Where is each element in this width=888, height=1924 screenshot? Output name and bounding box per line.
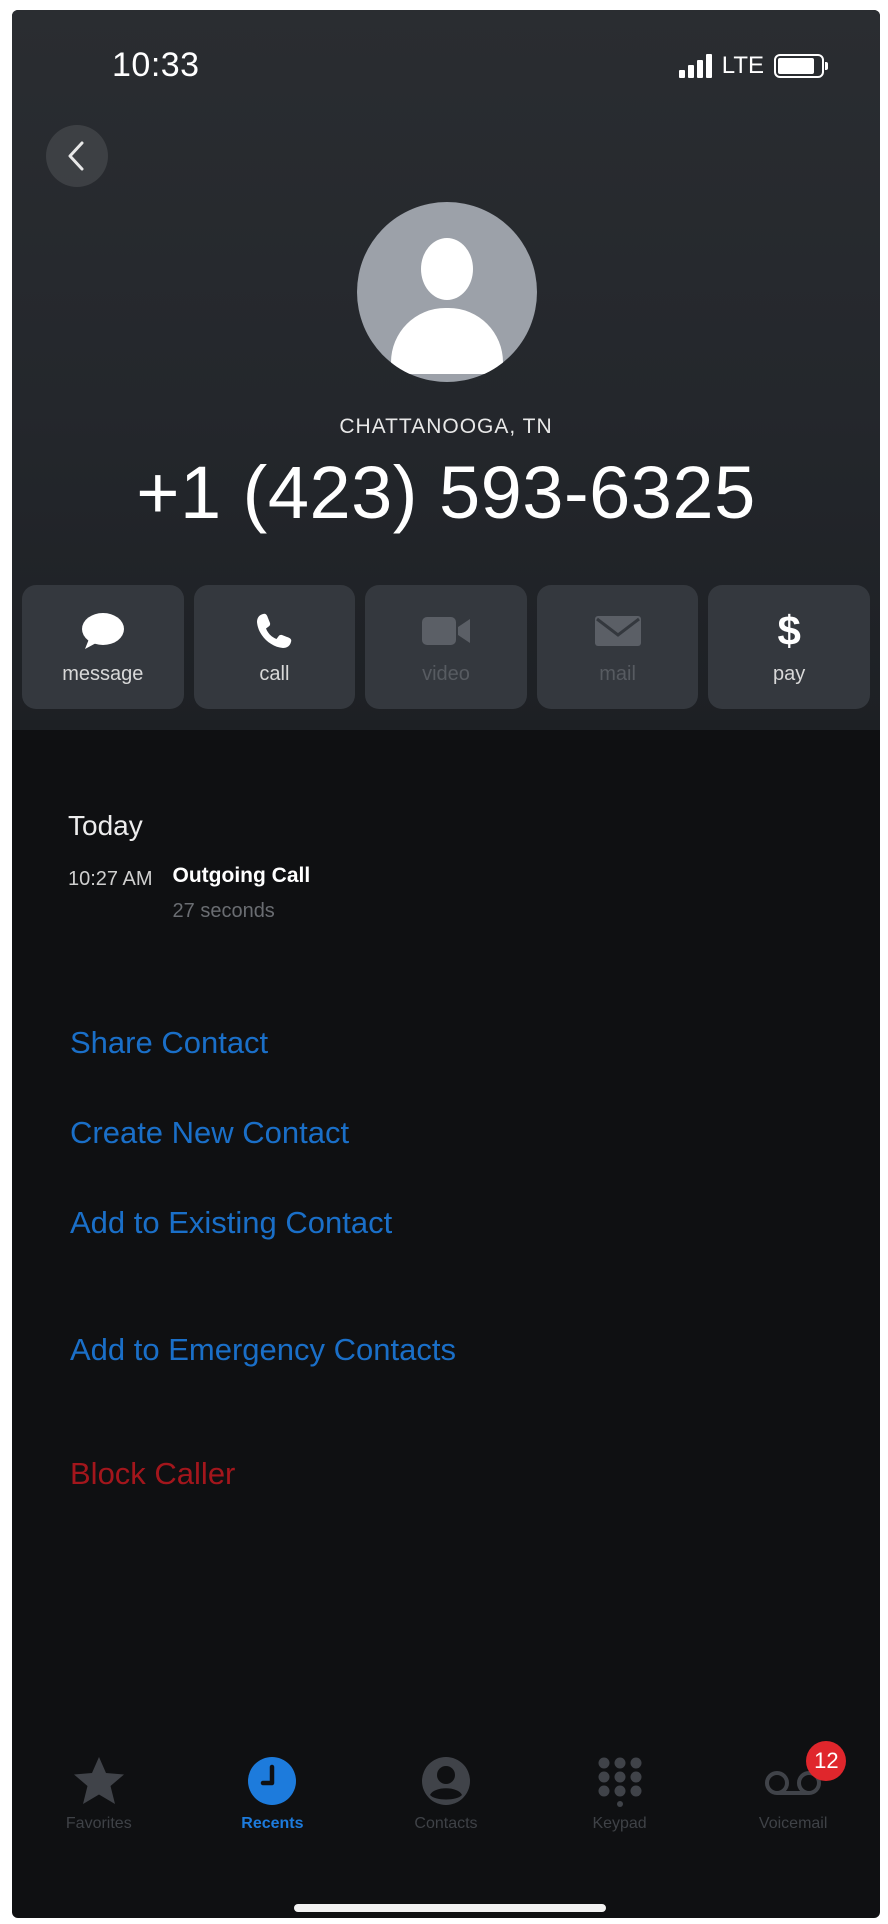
envelope-icon [594,615,641,646]
tab-recents[interactable]: Recents [186,1755,360,1855]
action-label: message [62,662,144,685]
dollar-icon: $ [777,606,801,654]
call-time: 10:27 AM [68,868,153,890]
phone-screen: 10:33 LTE CHATTANOOGA, TN +1 (423) 593-6… [12,10,880,1918]
tab-contacts[interactable]: Contacts [359,1755,533,1855]
clock-icon [248,1757,297,1805]
block-caller-link[interactable]: Block Caller [70,1456,235,1492]
battery-icon [774,54,828,78]
call-type: Outgoing Call [172,864,311,887]
keypad-icon [598,1757,642,1807]
signal-strength-icon [678,54,712,78]
person-silhouette-icon [421,238,473,300]
tab-bar: Favorites Recents Contacts Keypad Voicem… [12,1741,880,1855]
contact-header: 10:33 LTE CHATTANOOGA, TN +1 (423) 593-6… [12,10,880,730]
status-time: 10:33 [112,46,200,84]
back-button[interactable] [46,125,108,187]
action-label: pay [773,662,806,685]
call-action-button[interactable]: call [193,585,356,709]
action-label: mail [599,662,636,685]
action-label: video [422,662,470,685]
add-to-emergency-contacts-link[interactable]: Add to Emergency Contacts [70,1332,456,1368]
chevron-left-icon [68,141,84,171]
history-day: Today [68,810,143,841]
create-new-contact-link[interactable]: Create New Contact [70,1115,349,1151]
video-action-button[interactable]: video [365,585,527,709]
message-bubble-icon [81,612,124,649]
add-to-existing-contact-link[interactable]: Add to Existing Contact [70,1205,392,1241]
network-type: LTE [721,52,764,79]
tab-voicemail[interactable]: Voicemail 12 [706,1741,880,1855]
call-history: Today 10:27 AM Outgoing Call 27 seconds [68,810,828,923]
pay-action-button[interactable]: $ pay [708,585,870,709]
home-indicator[interactable] [294,1904,606,1912]
contact-location: CHATTANOOGA, TN [339,415,553,438]
share-contact-link[interactable]: Share Contact [70,1025,268,1061]
action-label: call [259,662,290,685]
call-duration: 27 seconds [172,900,275,922]
tab-keypad[interactable]: Keypad [533,1755,707,1855]
mail-action-button[interactable]: mail [536,585,699,709]
contact-avatar [357,202,537,382]
phone-icon [257,613,292,648]
star-icon [73,1757,124,1804]
video-camera-icon [421,616,470,645]
history-entry: 10:27 AM Outgoing Call 27 seconds [68,864,828,923]
tab-favorites[interactable]: Favorites [12,1755,186,1855]
status-indicators: LTE [678,52,828,80]
voicemail-badge: 12 [806,1741,847,1781]
person-circle-icon [421,1757,470,1805]
contact-phone-number: +1 (423) 593-6325 [136,451,756,534]
quick-actions: message call video mail $ pay [22,585,870,709]
message-action-button[interactable]: message [22,585,184,709]
